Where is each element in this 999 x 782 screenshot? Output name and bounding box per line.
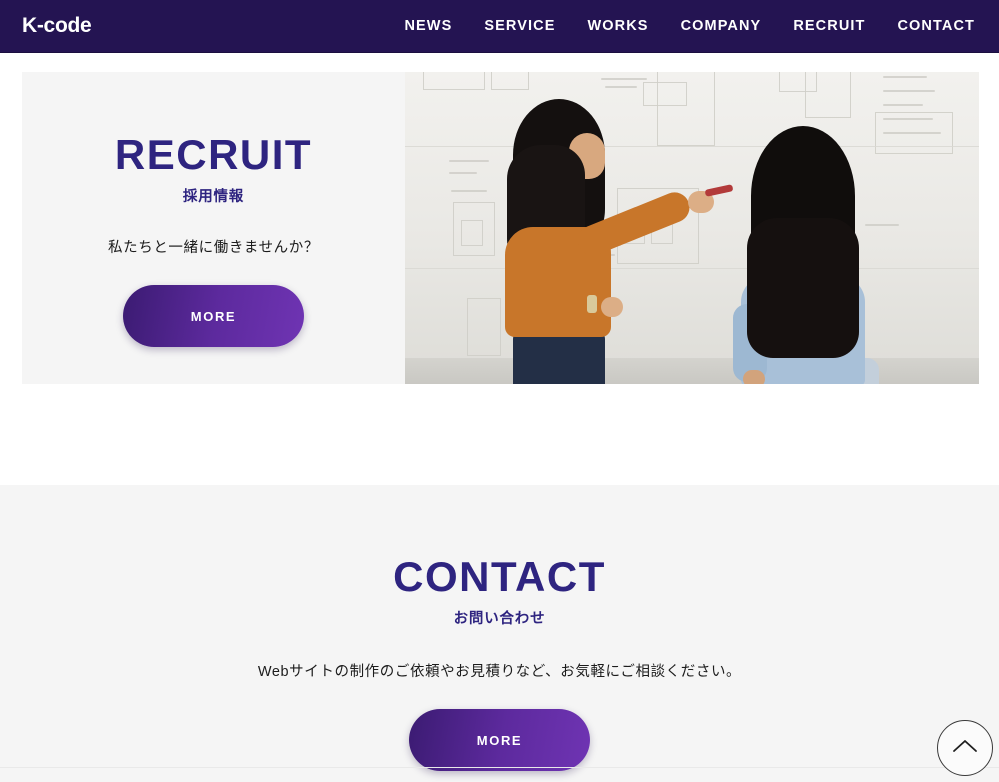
contact-lead-text: Webサイトの制作のご依頼やお見積りなど、お気軽にご相談ください。 [257,664,742,680]
recruit-lead-text: 私たちと一緒に働きませんか？ [108,240,319,256]
recruit-photo [405,72,979,384]
recruit-subtitle: 採用情報 [182,189,245,205]
main-navigation: NEWS SERVICE WORKS COMPANY RECRUIT CONTA… [404,18,975,34]
nav-item-recruit[interactable]: RECRUIT [793,18,865,34]
nav-item-works[interactable]: WORKS [587,18,648,34]
contact-title: CONTACT [393,553,606,600]
site-logo[interactable]: K-code [22,14,92,38]
recruit-text-column: RECRUIT 採用情報 私たちと一緒に働きませんか？ MORE [22,72,405,384]
contact-subtitle: お問い合わせ [453,611,546,627]
chevron-up-icon [952,738,978,759]
nav-item-contact[interactable]: CONTACT [897,18,975,34]
contact-section: CONTACT お問い合わせ Webサイトの制作のご依頼やお見積りなど、お気軽に… [0,485,999,782]
recruit-more-button[interactable]: MORE [123,285,304,347]
contact-more-button[interactable]: MORE [409,709,590,771]
nav-item-company[interactable]: COMPANY [681,18,762,34]
recruit-title: RECRUIT [114,131,313,178]
nav-item-news[interactable]: NEWS [404,18,452,34]
recruit-card: RECRUIT 採用情報 私たちと一緒に働きませんか？ MORE [22,72,979,384]
person-listening [723,126,883,384]
scroll-to-top-button[interactable] [937,720,993,776]
footer-divider [0,767,999,768]
nav-item-service[interactable]: SERVICE [484,18,555,34]
person-pointing [483,99,734,384]
recruit-section: RECRUIT 採用情報 私たちと一緒に働きませんか？ MORE [0,53,999,485]
site-header: K-code NEWS SERVICE WORKS COMPANY RECRUI… [0,0,999,53]
